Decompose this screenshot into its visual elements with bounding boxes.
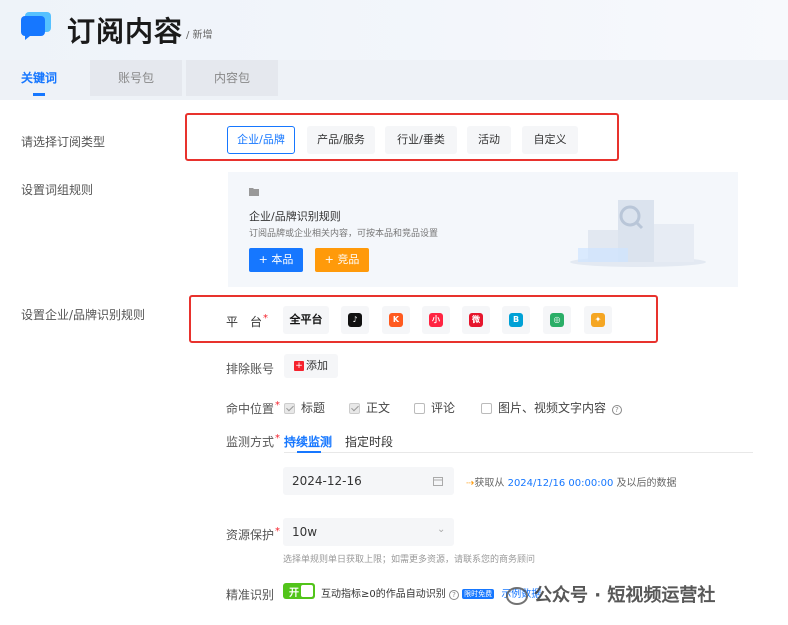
date-value: 2024-12-16 xyxy=(292,474,362,488)
type-chip-industry[interactable]: 行业/垂类 xyxy=(385,126,457,154)
tab-account-pack[interactable]: 账号包 xyxy=(90,60,182,96)
tab-keywords[interactable]: 关键词 xyxy=(0,60,78,96)
wechat-icon xyxy=(506,587,528,605)
position-media-text[interactable]: 图片、视频文字内容 ? xyxy=(481,399,622,416)
label-monitor: 监测方式* xyxy=(226,433,281,449)
label-hit-pos: 命中位置* xyxy=(226,400,281,416)
label-sub-type: 请选择订阅类型 xyxy=(21,135,106,149)
add-exclude-button[interactable]: + 添加 xyxy=(284,354,338,378)
label-brand-rule: 设置企业/品牌识别规则 xyxy=(21,308,146,322)
weibo-icon: 微 xyxy=(469,313,483,327)
fetch-range-note: ⇢获取从 2024/12/16 00:00:00 及以后的数据 xyxy=(466,478,677,489)
toggle-knob xyxy=(301,585,313,597)
checkbox-icon xyxy=(284,403,295,414)
position-title[interactable]: 标题 xyxy=(284,399,325,416)
wechat-icon: ◎ xyxy=(550,313,564,327)
type-chip-event[interactable]: 活动 xyxy=(467,126,511,154)
platform-wechat[interactable]: ◎ xyxy=(543,306,571,334)
add-own-brand-button[interactable]: + 本品 xyxy=(249,248,303,272)
folder-icon xyxy=(249,188,259,196)
calendar-icon xyxy=(433,477,443,486)
breadcrumb: / 新增 xyxy=(186,30,213,41)
tab-bar: 关键词 账号包 内容包 xyxy=(0,60,788,100)
add-competitor-button[interactable]: + 竞品 xyxy=(315,248,369,272)
start-date-input[interactable]: 2024-12-16 xyxy=(283,467,454,495)
xiaohongshu-icon: 小 xyxy=(429,313,443,327)
empty-illustration-icon xyxy=(570,200,706,267)
douyin-icon: ♪ xyxy=(348,313,362,327)
label-exclude: 排除账号 xyxy=(226,362,275,376)
watermark: 公众号 · 短视频运营社 xyxy=(506,581,715,607)
platform-bilibili[interactable]: B xyxy=(502,306,530,334)
other-platform-icon: ✦ xyxy=(591,313,605,327)
help-icon[interactable]: ? xyxy=(611,405,622,415)
resource-hint: 选择单规则单日获取上限；如需更多资源，请联系您的商务顾问 xyxy=(283,555,536,565)
chevron-down-icon: ⌄ xyxy=(437,524,446,535)
position-body[interactable]: 正文 xyxy=(349,399,390,416)
bilibili-icon: B xyxy=(509,313,523,327)
active-tab-underline xyxy=(33,93,45,96)
type-chip-custom[interactable]: 自定义 xyxy=(522,126,578,154)
precise-toggle[interactable]: 开 xyxy=(283,583,315,599)
divider xyxy=(284,452,753,453)
label-word-rule: 设置词组规则 xyxy=(21,183,94,197)
brand-rule-panel: 企业/品牌识别规则 订阅品牌或企业相关内容，可按本品和竞品设置 + 本品 + 竞… xyxy=(228,172,738,287)
type-chip-product[interactable]: 产品/服务 xyxy=(307,126,375,154)
platform-other-platform[interactable]: ✦ xyxy=(584,306,612,334)
page-title: 订阅内容 xyxy=(67,15,184,48)
free-badge: 限时免费 xyxy=(462,589,495,599)
plus-icon: + xyxy=(294,361,304,371)
platform-weibo[interactable]: 微 xyxy=(462,306,490,334)
checkbox-icon xyxy=(414,403,425,414)
position-comment[interactable]: 评论 xyxy=(414,399,455,416)
panel-heading: 企业/品牌识别规则 xyxy=(249,210,341,223)
platform-all[interactable]: 全平台 xyxy=(283,306,329,334)
toggle-label: 开 xyxy=(289,588,299,599)
resource-value: 10w xyxy=(292,525,318,539)
label-precise: 精准识别 xyxy=(226,588,275,602)
platform-douyin[interactable]: ♪ xyxy=(341,306,369,334)
kuaishou-icon: K xyxy=(389,313,403,327)
page-header: 订阅内容 / 新增 xyxy=(0,0,788,60)
panel-desc: 订阅品牌或企业相关内容，可按本品和竞品设置 xyxy=(249,229,439,239)
checkbox-icon xyxy=(349,403,360,414)
monitor-tab-underline xyxy=(297,451,321,453)
tab-content-pack[interactable]: 内容包 xyxy=(186,60,278,96)
platform-xiaohongshu[interactable]: 小 xyxy=(422,306,450,334)
resource-limit-select[interactable]: 10w ⌄ xyxy=(283,518,454,546)
type-chip-brand[interactable]: 企业/品牌 xyxy=(227,126,295,154)
checkbox-icon xyxy=(481,403,492,414)
app-logo-icon xyxy=(21,12,51,40)
label-platform: 平 台* xyxy=(226,313,269,329)
monitor-tab-continuous[interactable]: 持续监测 xyxy=(284,433,332,450)
platform-kuaishou[interactable]: K xyxy=(382,306,410,334)
monitor-tab-period[interactable]: 指定时段 xyxy=(345,433,393,450)
help-icon[interactable]: ? xyxy=(448,590,459,600)
